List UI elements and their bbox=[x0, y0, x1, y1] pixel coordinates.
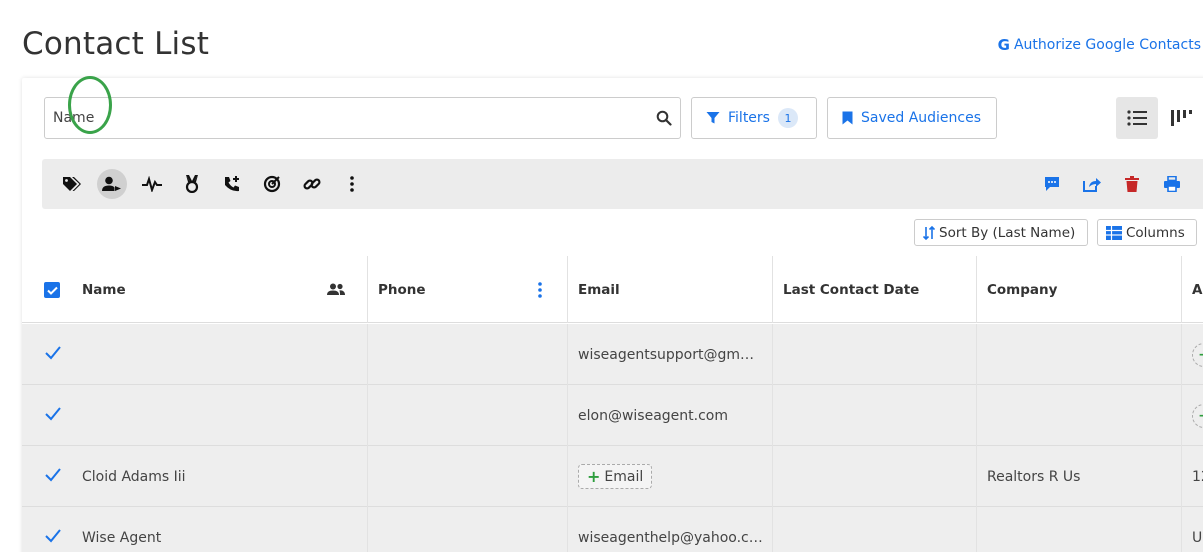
row-check-icon[interactable] bbox=[44, 344, 62, 362]
columns-icon bbox=[1106, 225, 1122, 240]
message-icon[interactable] bbox=[1040, 172, 1064, 196]
bulk-actions-toolbar bbox=[42, 159, 1203, 209]
search-icon[interactable] bbox=[656, 110, 672, 126]
contact-list-card: Filters 1 Saved Audiences bbox=[22, 78, 1203, 552]
column-header-company[interactable]: Company bbox=[977, 256, 1182, 323]
cell-address: + bbox=[1182, 385, 1203, 446]
sort-by-button[interactable]: Sort By (Last Name) bbox=[914, 219, 1088, 246]
filters-count-badge: 1 bbox=[777, 108, 798, 128]
cell-last-contact bbox=[773, 446, 977, 507]
cell-email: + Email bbox=[568, 446, 773, 507]
column-header-phone[interactable]: Phone bbox=[368, 256, 568, 323]
sort-icon bbox=[923, 225, 935, 240]
row-check-icon[interactable] bbox=[44, 466, 62, 484]
cell-company bbox=[977, 507, 1182, 552]
users-icon[interactable] bbox=[327, 283, 345, 296]
cell-name bbox=[72, 324, 368, 385]
columns-label: Columns bbox=[1126, 224, 1185, 241]
more-vertical-icon[interactable] bbox=[340, 172, 364, 196]
filter-icon bbox=[706, 112, 720, 124]
row-check-icon[interactable] bbox=[44, 405, 62, 423]
cell-email[interactable]: elon@wiseagent.com bbox=[568, 385, 773, 446]
activity-icon[interactable] bbox=[140, 172, 164, 196]
saved-audiences-button[interactable]: Saved Audiences bbox=[827, 97, 997, 139]
cell-last-contact bbox=[773, 385, 977, 446]
trash-icon[interactable] bbox=[1120, 172, 1144, 196]
cell-name: Wise Agent bbox=[72, 507, 368, 552]
google-icon: G bbox=[997, 36, 1010, 54]
cell-company: Realtors R Us bbox=[977, 446, 1182, 507]
cell-phone bbox=[368, 446, 568, 507]
saved-audiences-label: Saved Audiences bbox=[861, 110, 982, 126]
cell-address: + bbox=[1182, 324, 1203, 385]
add-address-icon[interactable]: + bbox=[1192, 403, 1203, 428]
name-search-input[interactable] bbox=[53, 110, 656, 126]
assign-user-icon[interactable] bbox=[97, 169, 127, 199]
cell-phone bbox=[368, 324, 568, 385]
table-row[interactable]: Wise Agent wiseagenthelp@yahoo.c… U bbox=[22, 507, 1203, 552]
authorize-google-contacts-link[interactable]: G Authorize Google Contacts bbox=[998, 36, 1201, 54]
kanban-view-icon bbox=[1171, 110, 1192, 126]
target-icon[interactable] bbox=[260, 172, 284, 196]
cell-last-contact bbox=[773, 507, 977, 552]
table-row[interactable]: wiseagentsupport@gm… + bbox=[22, 324, 1203, 385]
page-title: Contact List bbox=[22, 26, 210, 62]
cell-email[interactable]: wiseagentsupport@gm… bbox=[568, 324, 773, 385]
authorize-google-contacts-label: Authorize Google Contacts bbox=[1013, 37, 1201, 53]
table-row[interactable]: Cloid Adams Iii +Email Realtors R Us 12 bbox=[22, 446, 1203, 507]
cell-address: U bbox=[1192, 529, 1203, 546]
table-row[interactable]: elon@wiseagent.com + bbox=[22, 385, 1203, 446]
filters-label: Filters bbox=[728, 110, 770, 126]
list-view-toggle[interactable] bbox=[1116, 97, 1158, 139]
row-check-icon[interactable] bbox=[44, 527, 62, 545]
list-view-icon bbox=[1127, 110, 1147, 126]
share-icon[interactable] bbox=[1080, 172, 1104, 196]
column-menu-icon[interactable] bbox=[537, 281, 543, 298]
cell-address: 12 bbox=[1192, 468, 1203, 485]
call-icon[interactable] bbox=[220, 172, 244, 196]
cell-email[interactable]: wiseagenthelp@yahoo.c… bbox=[568, 507, 773, 552]
tag-icon[interactable] bbox=[60, 172, 84, 196]
kanban-view-toggle[interactable] bbox=[1160, 97, 1202, 139]
add-address-icon[interactable]: + bbox=[1192, 342, 1203, 367]
bookmark-icon bbox=[842, 111, 853, 125]
plus-icon: + bbox=[587, 467, 601, 486]
columns-button[interactable]: Columns bbox=[1097, 219, 1197, 246]
cell-name: Cloid Adams Iii bbox=[72, 446, 368, 507]
cell-company bbox=[977, 324, 1182, 385]
cell-phone bbox=[368, 507, 568, 552]
print-icon[interactable] bbox=[1160, 172, 1184, 196]
award-icon[interactable] bbox=[180, 172, 204, 196]
filters-button[interactable]: Filters 1 bbox=[691, 97, 817, 139]
column-header-email[interactable]: Email bbox=[568, 256, 773, 323]
column-header-name[interactable]: Name bbox=[72, 256, 368, 323]
column-header-address[interactable]: A bbox=[1182, 256, 1203, 323]
column-header-last-contact-date[interactable]: Last Contact Date bbox=[773, 256, 977, 323]
table-header: Name Phone Email Last Contact Date Compa… bbox=[22, 256, 1203, 323]
search-box bbox=[44, 97, 681, 139]
select-all-checkbox[interactable] bbox=[44, 282, 60, 298]
cell-company bbox=[977, 385, 1182, 446]
link-icon[interactable] bbox=[300, 172, 324, 196]
cell-last-contact bbox=[773, 324, 977, 385]
sort-by-label: Sort By (Last Name) bbox=[939, 224, 1076, 241]
add-email-button[interactable]: + Email bbox=[578, 464, 653, 489]
cell-phone bbox=[368, 385, 568, 446]
cell-name bbox=[72, 385, 368, 446]
